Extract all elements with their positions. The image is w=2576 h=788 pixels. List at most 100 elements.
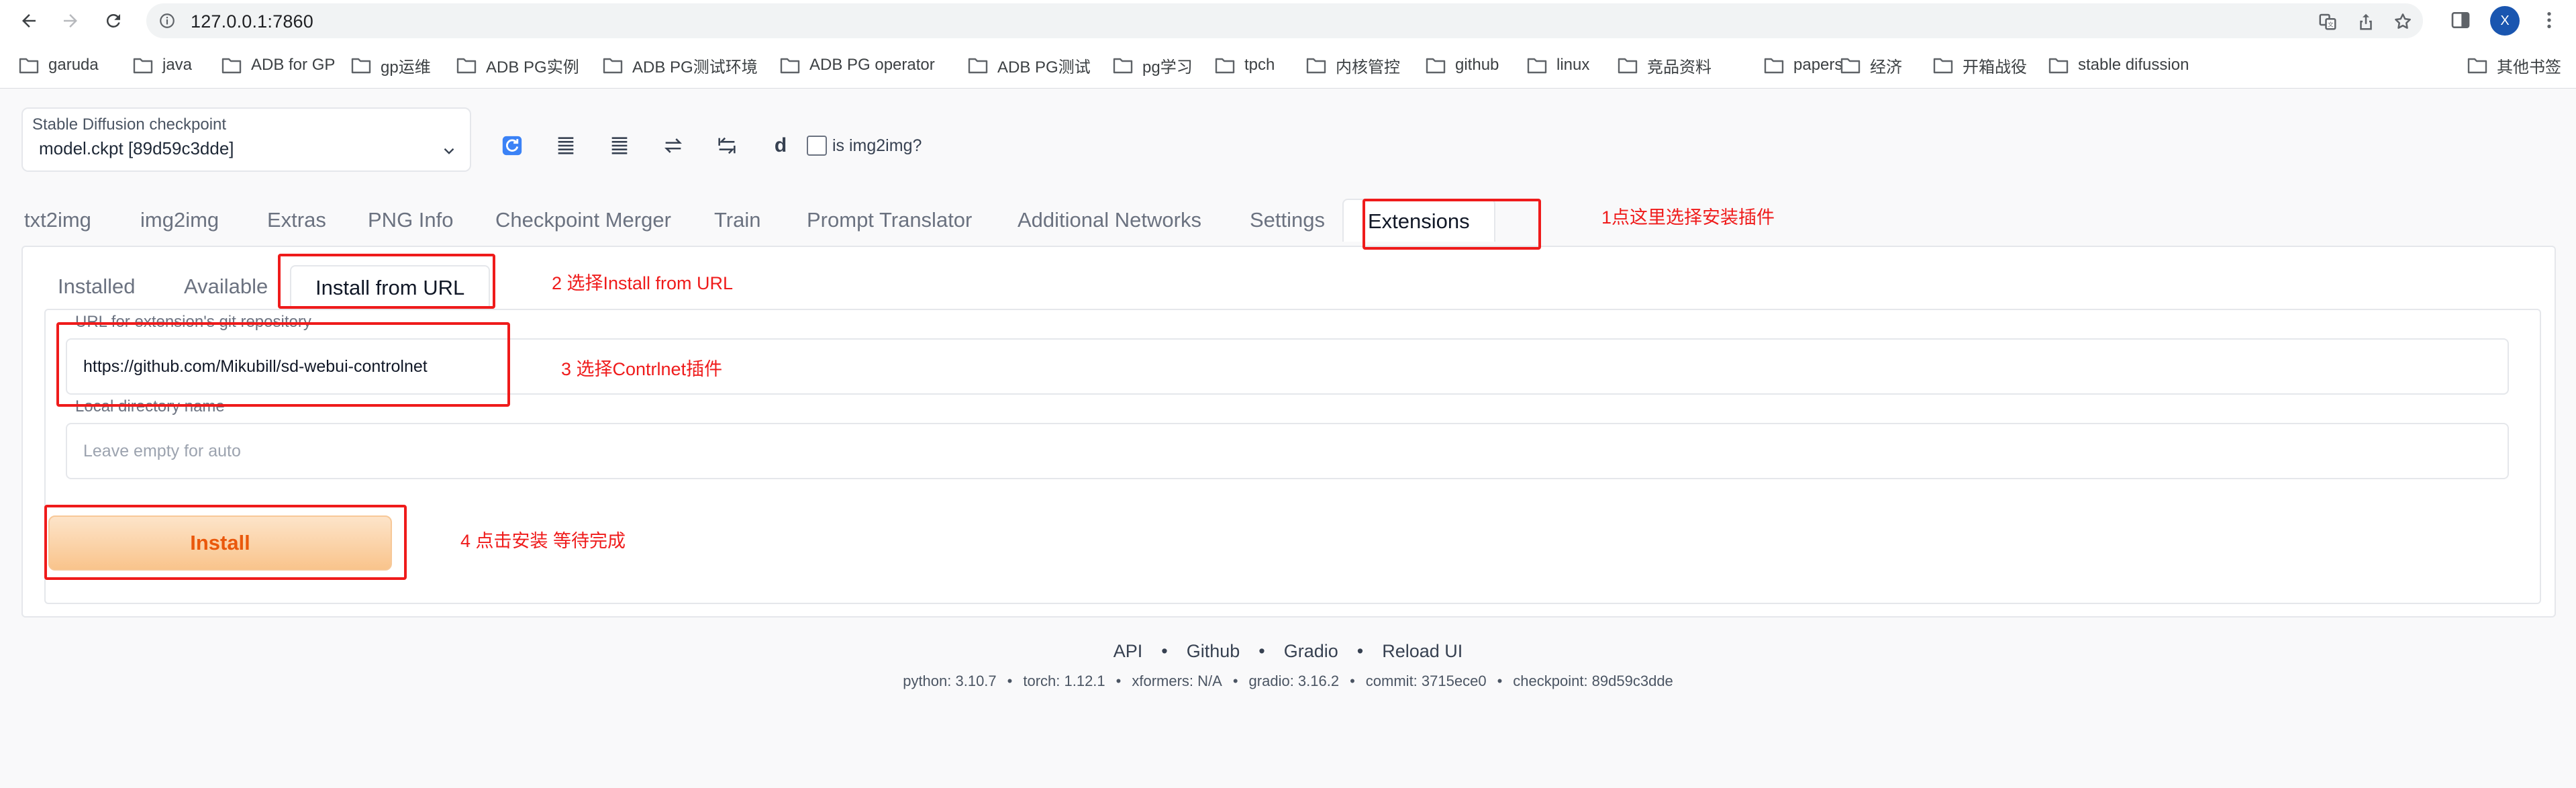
info-icon[interactable] — [158, 12, 176, 30]
footer-link-reload-ui[interactable]: Reload UI — [1382, 641, 1463, 661]
folder-icon — [780, 58, 800, 74]
subtab-installed[interactable]: Installed — [58, 265, 135, 308]
folder-icon — [1215, 58, 1235, 74]
bookmark-item[interactable]: 内核管控 — [1306, 54, 1400, 77]
folder-icon — [1113, 58, 1133, 74]
list-icon — [558, 137, 574, 154]
bookmark-item[interactable]: ADB PG测试 — [968, 54, 1091, 77]
footer-version-item: xformers: N/A — [1132, 673, 1222, 689]
folder-icon — [2467, 58, 2487, 74]
bookmark-item[interactable]: pg学习 — [1113, 54, 1193, 77]
footer-links: API • Github • Gradio • Reload UI — [0, 641, 2576, 662]
tab-txt2img[interactable]: txt2img — [24, 199, 91, 242]
back-arrow-icon[interactable] — [13, 5, 44, 36]
tab-extras[interactable]: Extras — [267, 199, 326, 242]
footer-separator: • — [1258, 641, 1265, 661]
bookmark-item[interactable]: 开箱战役 — [1933, 54, 2027, 77]
bookmark-star-icon[interactable] — [2393, 11, 2413, 32]
dir-input[interactable]: Leave empty for auto — [66, 423, 2509, 479]
tab-checkpoint-merger[interactable]: Checkpoint Merger — [495, 199, 671, 242]
more-menu-icon[interactable] — [2538, 9, 2560, 31]
swap-arrows-icon — [664, 138, 682, 153]
img2img-checkbox-group[interactable]: is img2img? — [807, 136, 922, 156]
side-panel-icon[interactable] — [2450, 9, 2471, 31]
tab-prompt-translator[interactable]: Prompt Translator — [807, 199, 972, 242]
footer-separator: • — [1232, 673, 1238, 689]
bookmark-other[interactable]: 其他书签 — [2467, 54, 2561, 77]
reload-icon[interactable] — [98, 5, 129, 36]
footer-separator: • — [1161, 641, 1168, 661]
img2img-checkbox[interactable] — [807, 136, 827, 156]
footer-separator: • — [1356, 641, 1364, 661]
folder-icon — [603, 58, 623, 74]
refresh-checkpoint-button[interactable] — [490, 121, 534, 170]
bookmark-item[interactable]: garuda — [19, 54, 99, 77]
bookmark-item[interactable]: ADB PG operator — [780, 54, 935, 77]
img2img-checkbox-label: is img2img? — [832, 136, 922, 155]
folder-icon — [1306, 58, 1326, 74]
styles-button[interactable] — [544, 121, 588, 170]
bookmark-item[interactable]: tpch — [1215, 54, 1275, 77]
tab-settings[interactable]: Settings — [1250, 199, 1325, 242]
styles-alt-button[interactable] — [597, 121, 642, 170]
bookmark-item[interactable]: stable difussion — [2048, 54, 2189, 77]
folder-icon — [1618, 58, 1638, 74]
footer-version-item: torch: 1.12.1 — [1023, 673, 1105, 689]
footer-link-gradio[interactable]: Gradio — [1284, 641, 1338, 661]
address-bar[interactable]: 127.0.0.1:7860 文 — [146, 3, 2423, 38]
dir-field-label: Local directory name — [75, 397, 225, 415]
install-button[interactable]: Install — [48, 515, 392, 571]
bookmark-item[interactable]: java — [133, 54, 192, 77]
bookmark-item[interactable]: ADB PG实例 — [456, 54, 579, 77]
tab-png-info[interactable]: PNG Info — [368, 199, 454, 242]
checkpoint-dropdown[interactable]: Stable Diffusion checkpoint model.ckpt [… — [21, 107, 471, 172]
bookmark-item[interactable]: linux — [1527, 54, 1589, 77]
bookmark-item[interactable]: github — [1426, 54, 1499, 77]
transfer-button[interactable] — [705, 121, 749, 170]
bookmark-item[interactable]: 经济 — [1840, 54, 1902, 77]
url-field-label: URL for extension's git repository — [75, 313, 311, 331]
footer-link-github[interactable]: Github — [1187, 641, 1240, 661]
folder-icon — [351, 58, 371, 74]
share-icon[interactable] — [2356, 11, 2376, 32]
folder-icon — [1933, 58, 1953, 74]
tab-train[interactable]: Train — [714, 199, 760, 242]
footer-separator: • — [1007, 673, 1013, 689]
bookmark-item[interactable]: gp运维 — [351, 54, 431, 77]
tab-extensions[interactable]: Extensions — [1342, 199, 1495, 242]
refresh-icon — [502, 136, 522, 156]
folder-icon — [133, 58, 153, 74]
footer-link-api[interactable]: API — [1113, 641, 1143, 661]
checkpoint-value: model.ckpt [89d59c3dde] — [39, 138, 234, 158]
list-icon — [611, 137, 628, 154]
bookmark-item[interactable]: ADB for GP — [221, 54, 335, 77]
bookmark-item[interactable]: ADB PG测试环境 — [603, 54, 758, 77]
swap-button[interactable] — [651, 121, 695, 170]
annotation-step-1: 1点这里选择安装插件 — [1601, 207, 1775, 228]
bookmark-item[interactable]: papers — [1764, 54, 1842, 77]
tab-img2img[interactable]: img2img — [140, 199, 219, 242]
svg-text:文: 文 — [2328, 21, 2334, 29]
forward-arrow-icon[interactable] — [55, 5, 86, 36]
folder-icon — [456, 58, 477, 74]
browser-toolbar: 127.0.0.1:7860 文 X — [0, 0, 2576, 42]
tab-additional-networks[interactable]: Additional Networks — [1018, 199, 1201, 242]
annotation-step-4: 4 点击安装 等待完成 — [460, 531, 626, 551]
subtab-available[interactable]: Available — [184, 265, 268, 308]
folder-icon — [1764, 58, 1784, 74]
profile-avatar[interactable]: X — [2490, 6, 2520, 36]
footer-version-item: gradio: 3.16.2 — [1248, 673, 1340, 689]
subtab-install-from-url[interactable]: Install from URL — [290, 265, 491, 308]
folder-icon — [2048, 58, 2069, 74]
url-input[interactable]: https://github.com/Mikubill/sd-webui-con… — [66, 338, 2509, 395]
footer-version-item: python: 3.10.7 — [903, 673, 997, 689]
folder-icon — [1840, 58, 1861, 74]
footer-versions: python: 3.10.7 • torch: 1.12.1 • xformers: N… — [0, 673, 2576, 690]
checkpoint-label: Stable Diffusion checkpoint — [32, 115, 227, 134]
translate-icon[interactable]: 文 — [2318, 11, 2338, 32]
d-button[interactable]: d — [758, 121, 803, 170]
bookmark-item[interactable]: 竞品资料 — [1618, 54, 1712, 77]
folder-icon — [19, 58, 39, 74]
footer-separator: • — [1116, 673, 1122, 689]
url-text: 127.0.0.1:7860 — [191, 11, 313, 32]
